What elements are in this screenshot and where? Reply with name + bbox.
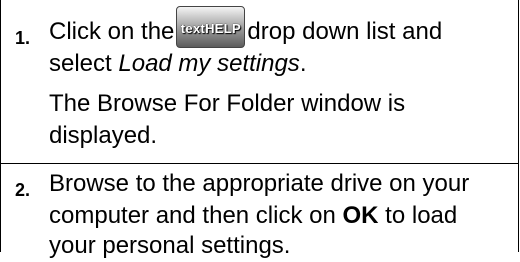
texthelp-toolbar-button[interactable]: textHELP (176, 6, 246, 48)
step-text: drop down list and (247, 18, 443, 45)
button-label: textHELP (180, 21, 241, 36)
menu-option-name: Load my settings (118, 50, 300, 77)
step-1-note-line-1: The Browse For Folder window is (49, 90, 406, 117)
step-number: 2. (15, 180, 31, 200)
step-text: . (299, 50, 307, 77)
step-2-line-1: Browse to the appropriate drive on your (49, 170, 470, 197)
step-2-line-3: your personal settings. (49, 232, 291, 259)
step-text: select (49, 50, 112, 77)
instruction-frame: 1. Click on the textHELP drop down list an… (0, 0, 519, 259)
step-divider (1, 163, 518, 164)
step-1-note-line-2: displayed. (49, 122, 158, 149)
step-number: 1. (15, 28, 31, 48)
step-text: computer and then click on (49, 202, 336, 229)
step-1-line-2: select Load my settings. (49, 48, 306, 80)
step-text: to load (385, 202, 458, 229)
step-text: Click on the (49, 18, 175, 45)
step-1-line-1: Click on the textHELP drop down list and (49, 6, 443, 48)
step-2-line-2: computer and then click on OK to load (49, 200, 457, 232)
ok-keyword: OK (342, 202, 379, 229)
